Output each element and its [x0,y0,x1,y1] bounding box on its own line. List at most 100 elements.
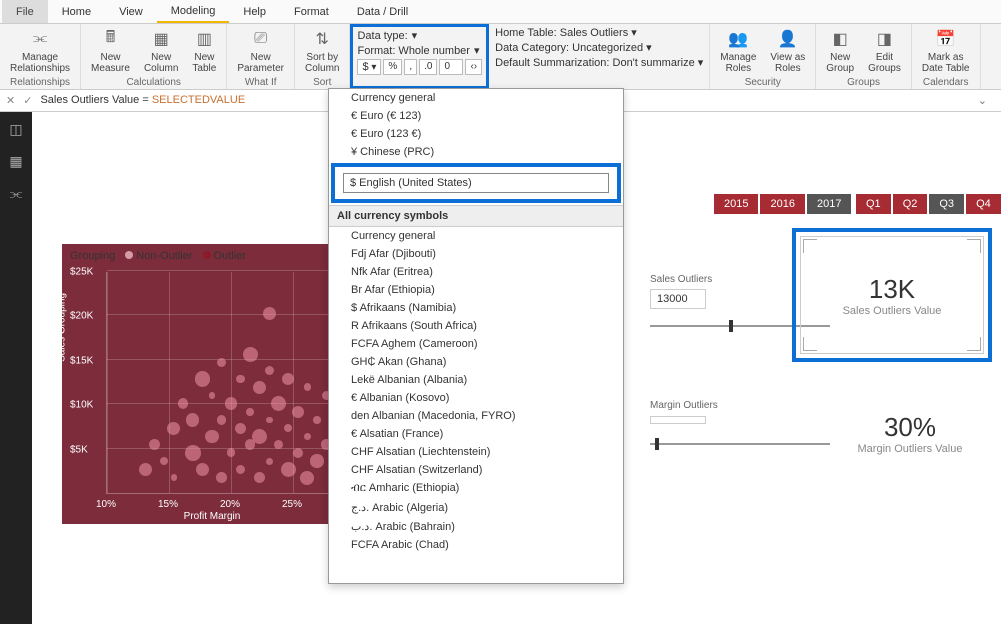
currency-item[interactable]: ብር Amharic (Ethiopia) [329,479,623,498]
year-button[interactable]: 2015 [714,194,758,214]
data-category-dropdown[interactable]: ▾ [646,42,652,54]
formula-cancel-icon[interactable]: ✕ [6,94,15,107]
data-point[interactable] [236,465,245,474]
currency-item[interactable]: Lekë Albanian (Albania) [329,371,623,389]
currency-button[interactable]: $ ▾ [357,59,381,75]
currency-item[interactable]: FCFA Aghem (Cameroon) [329,335,623,353]
data-point[interactable] [217,415,226,424]
tab-view[interactable]: View [105,0,157,23]
formula-commit-icon[interactable]: ✓ [23,94,32,107]
edit-groups-button[interactable]: ◨Edit Groups [864,26,905,76]
currency-item[interactable]: € Albanian (Kosovo) [329,389,623,407]
currency-item[interactable]: € Euro (€ 123) [329,107,623,125]
tab-home[interactable]: Home [48,0,105,23]
data-point[interactable] [313,416,320,423]
quarter-button[interactable]: Q1 [856,194,891,214]
quarter-button[interactable]: Q2 [893,194,928,214]
currency-item[interactable]: Fdj Afar (Djibouti) [329,245,623,263]
data-point[interactable] [293,448,303,458]
formula-expand-icon[interactable]: ⌄ [978,94,995,107]
data-point[interactable] [160,457,168,465]
year-button[interactable]: 2016 [760,194,804,214]
data-point[interactable] [292,406,304,418]
decimal-places-input[interactable]: 0 [439,59,463,75]
currency-item[interactable]: GH₵ Akan (Ghana) [329,353,623,371]
data-point[interactable] [227,448,236,457]
sort-by-column-button[interactable]: ⇅Sort by Column [301,26,343,76]
currency-item[interactable]: Currency general [329,89,623,107]
data-point[interactable] [253,381,266,394]
currency-item[interactable]: د.ب. Arabic (Bahrain) [329,517,623,536]
decimal-button[interactable]: .0 [419,59,437,75]
data-point[interactable] [171,474,177,480]
data-point[interactable] [243,347,258,362]
nav-report-icon[interactable]: ◫ [6,120,26,138]
home-table-dropdown[interactable]: ▾ [631,27,637,39]
currency-item[interactable]: Br Afar (Ethiopia) [329,281,623,299]
currency-item[interactable]: R Afrikaans (South Africa) [329,317,623,335]
data-point[interactable] [266,458,273,465]
new-group-button[interactable]: ◧New Group [822,26,858,76]
currency-item[interactable]: Nfk Afar (Eritrea) [329,263,623,281]
data-point[interactable] [246,408,253,415]
comma-button[interactable]: , [404,59,417,75]
new-parameter-button[interactable]: ⎚New Parameter [233,26,288,76]
currency-item[interactable]: € Euro (123 €) [329,125,623,143]
currency-item[interactable]: $ Afrikaans (Namibia) [329,299,623,317]
new-measure-button[interactable]: 🖩New Measure [87,26,134,76]
data-point[interactable] [282,373,294,385]
sales-card[interactable]: 13K Sales Outliers Value [800,236,984,354]
data-point[interactable] [186,413,199,426]
currency-item[interactable]: ¥ Chinese (PRC) [329,143,623,161]
currency-item[interactable]: € Alsatian (France) [329,425,623,443]
currency-all-list[interactable]: Currency generalFdj Afar (Djibouti)Nfk A… [329,227,623,583]
quarter-button[interactable]: Q3 [929,194,964,214]
manage-relationships-button[interactable]: ⫘Manage Relationships [6,26,74,76]
data-point[interactable] [216,472,227,483]
data-point[interactable] [196,463,209,476]
data-point[interactable] [149,439,159,449]
formula-input[interactable]: Sales Outliers Value = SELECTEDVALUE [40,94,245,107]
currency-item[interactable]: د.ج. Arabic (Algeria) [329,498,623,517]
currency-item[interactable]: CHF Alsatian (Switzerland) [329,461,623,479]
currency-search-input[interactable] [343,173,609,193]
data-point[interactable] [205,430,219,444]
data-point[interactable] [300,471,314,485]
mark-date-table-button[interactable]: 📅Mark as Date Table [918,26,974,76]
tab-modeling[interactable]: Modeling [157,0,230,23]
summarization-dropdown[interactable]: ▾ [698,57,704,69]
margin-outliers-slider[interactable] [650,431,830,457]
margin-outliers-value[interactable] [650,416,706,424]
new-column-button[interactable]: ▦New Column [140,26,182,76]
currency-item[interactable]: Currency general [329,227,623,245]
nav-data-icon[interactable]: ▦ [6,152,26,170]
data-point[interactable] [195,371,210,386]
decimal-stepper[interactable]: ‹› [465,59,482,75]
data-point[interactable] [178,398,188,408]
data-point[interactable] [217,358,227,368]
data-point[interactable] [304,383,311,390]
sales-outliers-value[interactable]: 13000 [650,289,706,309]
data-point[interactable] [263,307,276,320]
data-point[interactable] [139,463,152,476]
tab-datadrill[interactable]: Data / Drill [343,0,422,23]
data-point[interactable] [271,396,286,411]
margin-card[interactable]: 30% Margin Outliers Value [820,412,1000,455]
format-dropdown[interactable]: ▾ [474,44,480,57]
data-point[interactable] [235,423,246,434]
data-point[interactable] [265,366,274,375]
scatter-chart[interactable]: Grouping Non-Outlier Outlier Sales Group… [62,244,362,524]
nav-model-icon[interactable]: ⫘ [6,184,26,202]
data-point[interactable] [254,472,265,483]
tab-help[interactable]: Help [229,0,280,23]
currency-item[interactable]: CHF Alsatian (Liechtenstein) [329,443,623,461]
percent-button[interactable]: % [383,59,402,75]
view-as-roles-button[interactable]: 👤View as Roles [766,26,809,76]
tab-file[interactable]: File [2,0,48,23]
year-button[interactable]: 2017 [807,194,851,214]
data-point[interactable] [236,375,245,384]
data-point[interactable] [281,462,296,477]
data-point[interactable] [167,422,180,435]
data-point[interactable] [284,424,292,432]
currency-item[interactable]: FCFA Arabic (Chad) [329,536,623,554]
